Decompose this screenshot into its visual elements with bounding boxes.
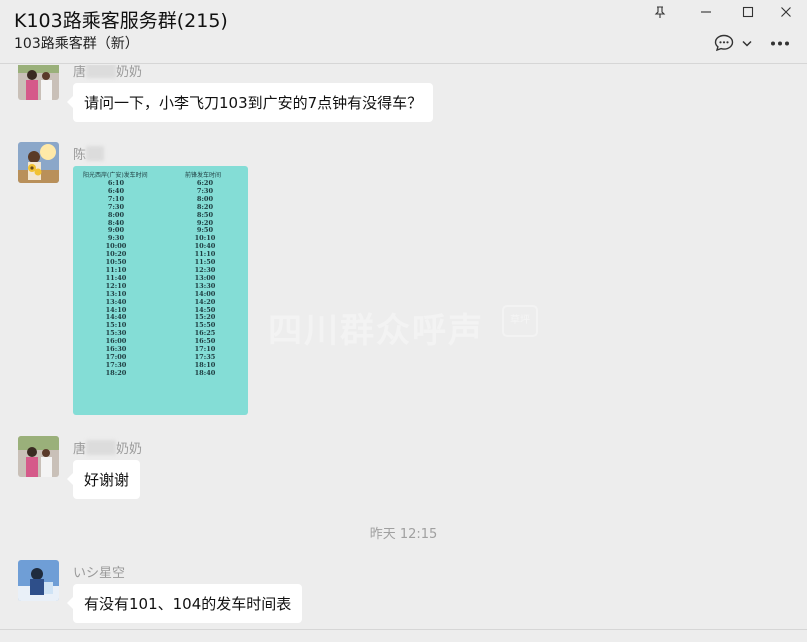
sender-name: 唐奶奶 bbox=[73, 440, 143, 457]
close-icon[interactable] bbox=[771, 2, 801, 22]
watermark-badge: 草坪 bbox=[502, 305, 538, 337]
chat-header: K103路乘客服务群(215) 103路乘客群（新） bbox=[0, 0, 807, 64]
schedule-left-header: 阳光西岸(广安)发车时间 bbox=[83, 172, 148, 179]
redacted-name bbox=[86, 65, 117, 78]
sender-name: いシ星空 bbox=[73, 566, 126, 581]
schedule-left-column: 6:10 6:40 7:10 7:30 8:00 8:40 9:00 9:30 10:00 10:… bbox=[86, 179, 146, 378]
message-bubble[interactable]: 请问一下，小李飞刀103到广安的7点钟有没得车？ bbox=[66, 83, 434, 122]
minimize-icon[interactable] bbox=[691, 2, 721, 22]
redacted-name bbox=[86, 440, 117, 455]
redacted-name bbox=[86, 146, 105, 161]
input-area[interactable] bbox=[0, 630, 807, 642]
chevron-down-icon[interactable] bbox=[740, 33, 754, 53]
avatar[interactable] bbox=[18, 560, 59, 601]
chat-subtitle: 103路乘客群（新） bbox=[14, 36, 139, 52]
schedule-time: 18:40 bbox=[194, 368, 216, 377]
schedule-time: 18:20 bbox=[105, 368, 127, 377]
pin-icon[interactable] bbox=[645, 2, 675, 22]
schedule-right-header: 前锋发车时间 bbox=[185, 172, 222, 179]
chat-title: K103路乘客服务群(215) bbox=[14, 10, 228, 32]
sender-name: 陈 bbox=[73, 144, 105, 163]
schedule-right-column: 6:20 7:30 8:00 8:20 8:50 9:20 9:50 10:10 10:40 11… bbox=[175, 179, 235, 378]
watermark: 四川群众呼声 bbox=[268, 311, 484, 351]
sender-name: 唐奶奶 bbox=[73, 65, 143, 80]
avatar[interactable] bbox=[18, 436, 59, 477]
schedule-image[interactable]: 阳光西岸(广安)发车时间 前锋发车时间 6:10 6:40 7:10 7:30 8:00… bbox=[73, 166, 248, 415]
avatar[interactable] bbox=[18, 142, 59, 183]
chat-bubble-icon[interactable] bbox=[713, 33, 735, 53]
avatar[interactable] bbox=[18, 65, 59, 100]
more-icon[interactable] bbox=[768, 33, 792, 53]
message-list[interactable]: 唐奶奶 请问一下，小李飞刀103到广安的7点钟有没得车？ 陈 阳光西岸(广安)发… bbox=[0, 65, 807, 629]
message-bubble[interactable]: 有没有101、104的发车时间表 bbox=[66, 584, 303, 623]
message-bubble[interactable]: 好谢谢 bbox=[66, 460, 141, 499]
maximize-icon[interactable] bbox=[733, 2, 763, 22]
timestamp: 昨天 12:15 bbox=[369, 527, 438, 542]
